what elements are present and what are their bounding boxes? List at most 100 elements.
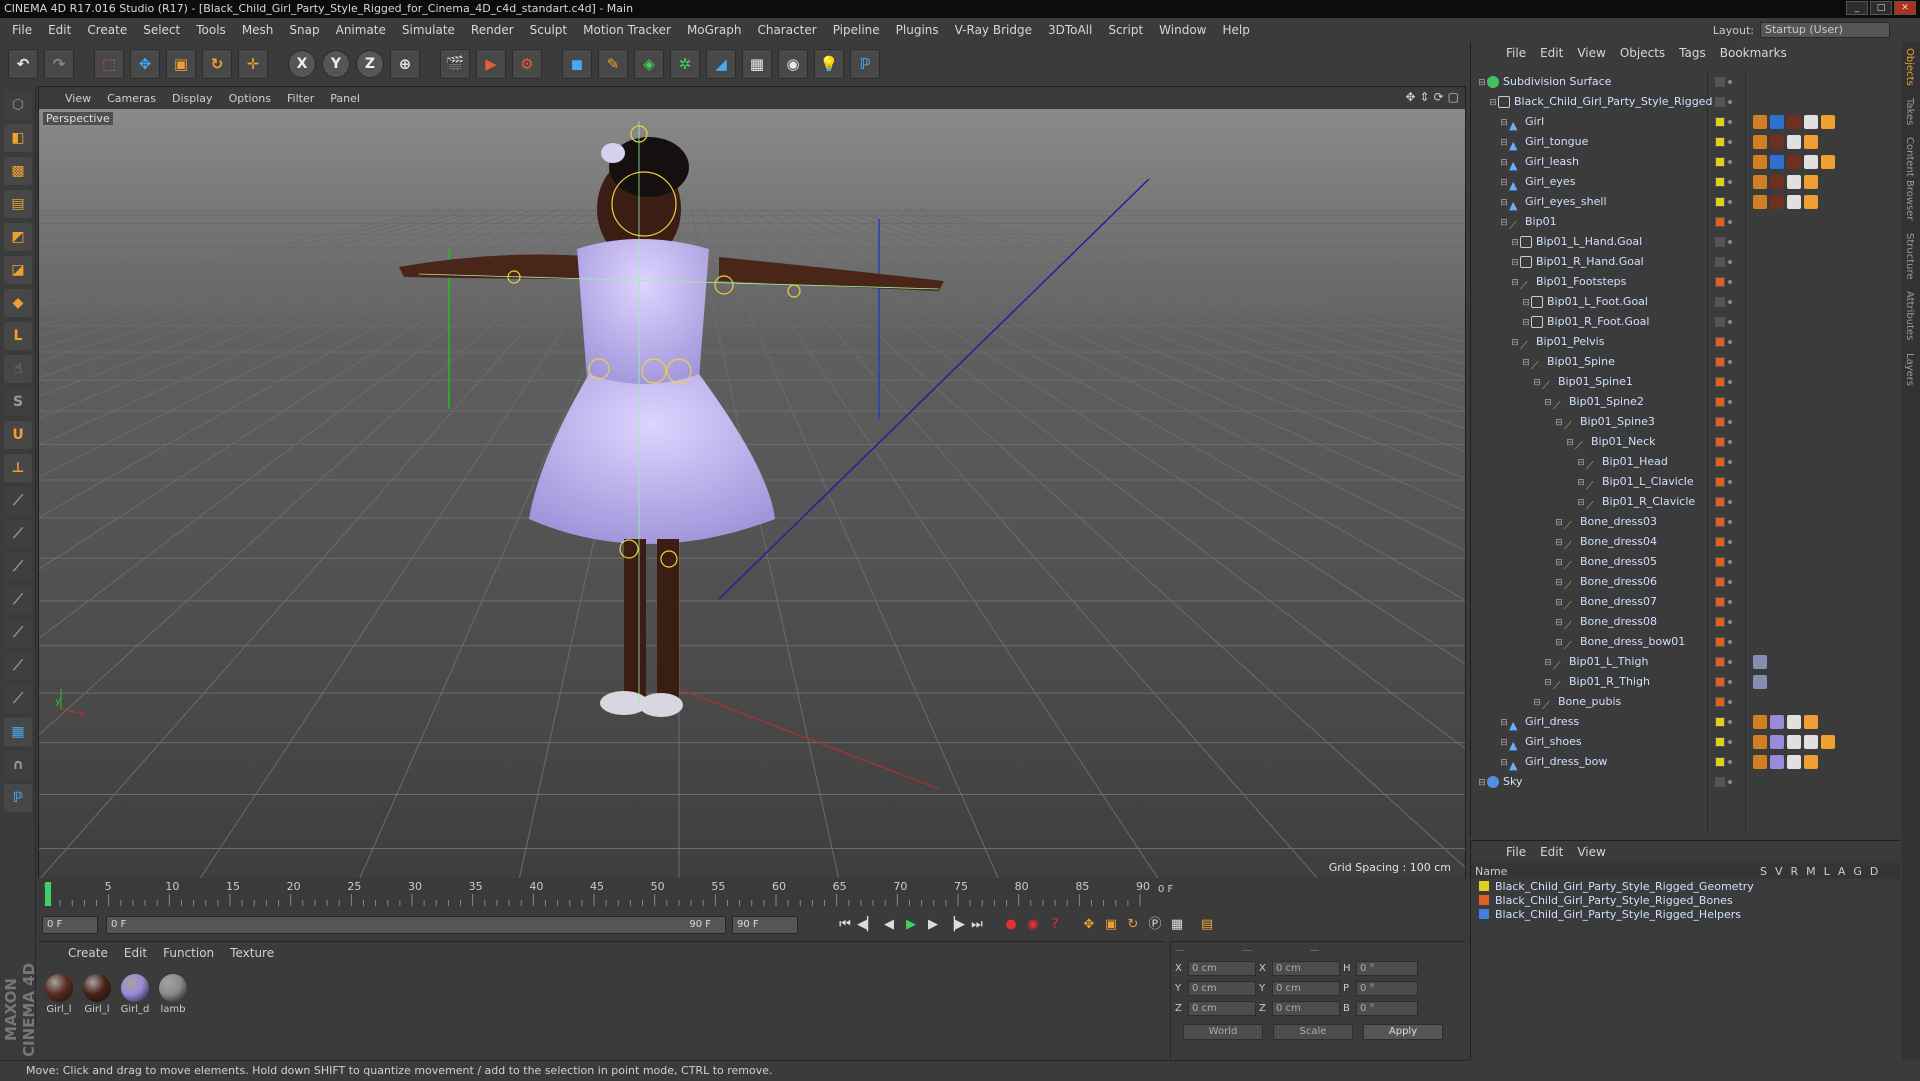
object-tag-icon[interactable] (1804, 735, 1818, 749)
object-row[interactable]: ⊟⟋ Bone_dress_bow01 (1473, 632, 1697, 652)
object-row[interactable]: ⊟⟋ Bone_dress04 (1473, 532, 1697, 552)
expand-toggle-icon[interactable]: ⊟ (1543, 673, 1553, 693)
side-tab-takes[interactable]: Takes (1902, 92, 1917, 131)
layer-menu-file[interactable]: File (1499, 845, 1533, 859)
object-row[interactable]: ⊟▲ Girl (1473, 112, 1697, 132)
layer-color-swatch[interactable] (1715, 677, 1725, 687)
object-tag-icon[interactable] (1753, 755, 1767, 769)
timeline-ruler[interactable]: 0510152025303540455055606570758085900 F (38, 878, 1466, 910)
menu-file[interactable]: File (4, 23, 40, 37)
menu-3dtoall[interactable]: 3DToAll (1040, 23, 1100, 37)
layer-color-swatch[interactable] (1715, 137, 1725, 147)
object-tag-icon[interactable] (1753, 655, 1767, 669)
object-row[interactable]: ⊟⟋ Bip01_L_Clavicle (1473, 472, 1697, 492)
layer-color-swatch[interactable] (1715, 657, 1725, 667)
editor-visibility-dot[interactable] (1728, 160, 1732, 164)
layer-color-swatch[interactable] (1715, 177, 1725, 187)
object-row[interactable]: ⊟▲ Girl_dress_bow (1473, 752, 1697, 772)
key-rotation-icon[interactable]: ↻ (1122, 914, 1144, 936)
object-row[interactable]: ⊟▲ Girl_eyes_shell (1473, 192, 1697, 212)
object-row[interactable]: ⊟⟋ Bip01_Pelvis (1473, 332, 1697, 352)
viewport-menu-filter[interactable]: Filter (279, 92, 322, 105)
menu-simulate[interactable]: Simulate (394, 23, 463, 37)
editor-visibility-dot[interactable] (1728, 280, 1732, 284)
bone-tool-icon[interactable]: ⟋ (4, 553, 32, 581)
expand-toggle-icon[interactable]: ⊟ (1554, 413, 1564, 433)
expand-toggle-icon[interactable]: ⊟ (1510, 333, 1520, 353)
object-tag-icon[interactable] (1787, 195, 1801, 209)
workplane-icon[interactable]: ▤ (4, 190, 32, 218)
layer-color-swatch[interactable] (1715, 717, 1725, 727)
editor-visibility-dot[interactable] (1728, 200, 1732, 204)
material-menu-create[interactable]: Create (60, 946, 116, 960)
object-tag-icon[interactable] (1787, 155, 1801, 169)
object-tag-icon[interactable] (1787, 135, 1801, 149)
layer-color-swatch[interactable] (1715, 377, 1725, 387)
object-row[interactable]: ⊟ Bip01_L_Hand.Goal (1473, 232, 1697, 252)
object-menu-objects[interactable]: Objects (1613, 46, 1672, 60)
expand-toggle-icon[interactable]: ⊟ (1499, 213, 1509, 233)
layer-color-swatch[interactable] (1715, 317, 1725, 327)
menu-snap[interactable]: Snap (281, 23, 327, 37)
editor-visibility-dot[interactable] (1728, 700, 1732, 704)
object-tag-icon[interactable] (1787, 755, 1801, 769)
current-frame-field[interactable]: 0 F (42, 916, 98, 934)
layer-color-swatch[interactable] (1715, 737, 1725, 747)
side-tab-structure[interactable]: Structure (1902, 227, 1917, 286)
floor-icon[interactable]: ▦ (742, 49, 772, 79)
expand-toggle-icon[interactable]: ⊟ (1576, 493, 1586, 513)
maximize-view-icon[interactable]: ▢ (1448, 90, 1459, 104)
editor-visibility-dot[interactable] (1728, 540, 1732, 544)
expand-toggle-icon[interactable]: ⊟ (1510, 233, 1520, 253)
object-tag-icon[interactable] (1804, 155, 1818, 169)
menu-tools[interactable]: Tools (188, 23, 234, 37)
editor-visibility-dot[interactable] (1728, 220, 1732, 224)
key-scale-icon[interactable]: ▣ (1100, 914, 1122, 936)
expand-toggle-icon[interactable]: ⊟ (1554, 553, 1564, 573)
layer-color-swatch[interactable] (1715, 197, 1725, 207)
editor-visibility-dot[interactable] (1728, 120, 1732, 124)
object-menu-tags[interactable]: Tags (1672, 46, 1713, 60)
viewport-perspective[interactable]: View Cameras Display Options Filter Panel ✥ ⇕… (38, 86, 1466, 879)
polygons-mode-icon[interactable]: ◆ (4, 289, 32, 317)
expand-toggle-icon[interactable]: ⊟ (1510, 253, 1520, 273)
object-row[interactable]: ⊟ Sky (1473, 772, 1697, 792)
coord-field[interactable]: 0 cm (1188, 980, 1256, 996)
layer-row[interactable]: Black_Child_Girl_Party_Style_Rigged_Bone… (1471, 893, 1900, 907)
expand-toggle-icon[interactable]: ⊟ (1521, 313, 1531, 333)
expand-toggle-icon[interactable]: ⊟ (1499, 713, 1509, 733)
object-row[interactable]: ⊟⟋ Bip01_R_Thigh (1473, 672, 1697, 692)
menu-motion-tracker[interactable]: Motion Tracker (575, 23, 679, 37)
close-button[interactable]: ✕ (1894, 1, 1916, 15)
minimize-button[interactable]: _ (1846, 1, 1868, 15)
object-row[interactable]: ⊟⟋ Bone_dress05 (1473, 552, 1697, 572)
layer-color-swatch[interactable] (1715, 637, 1725, 647)
object-tag-icon[interactable] (1804, 175, 1818, 189)
menu-mograph[interactable]: MoGraph (679, 23, 750, 37)
record-keys-icon[interactable]: ● (1000, 914, 1022, 936)
expand-toggle-icon[interactable]: ⊟ (1510, 273, 1520, 293)
x-axis-lock-icon[interactable]: X (288, 50, 316, 78)
editor-visibility-dot[interactable] (1728, 260, 1732, 264)
coord-field[interactable]: 0 cm (1188, 960, 1256, 976)
material-swatch[interactable]: Girl_l (44, 974, 74, 1015)
dolly-icon[interactable]: ⇕ (1420, 90, 1430, 104)
layer-color-swatch[interactable] (1715, 497, 1725, 507)
spline-pen-icon[interactable]: ✎ (598, 49, 628, 79)
expand-toggle-icon[interactable]: ⊟ (1576, 473, 1586, 493)
material-swatch[interactable]: lamb (158, 974, 188, 1015)
expand-toggle-icon[interactable]: ⊟ (1477, 73, 1487, 93)
menu-help[interactable]: Help (1214, 23, 1257, 37)
coord-field[interactable]: 0 cm (1272, 1000, 1340, 1016)
layer-color-swatch[interactable] (1715, 357, 1725, 367)
range-slider[interactable]: 0 F 90 F (106, 916, 726, 934)
expand-toggle-icon[interactable]: ⊟ (1499, 753, 1509, 773)
object-tag-icon[interactable] (1770, 715, 1784, 729)
goto-start-icon[interactable]: ⏮ (834, 914, 856, 936)
editor-visibility-dot[interactable] (1728, 520, 1732, 524)
viewport-menu-panel[interactable]: Panel (322, 92, 368, 105)
orbit-icon[interactable]: ⟳ (1434, 90, 1444, 104)
object-tag-icon[interactable] (1770, 155, 1784, 169)
material-menu-edit[interactable]: Edit (116, 946, 155, 960)
coord-field[interactable]: 0 ° (1356, 980, 1418, 996)
